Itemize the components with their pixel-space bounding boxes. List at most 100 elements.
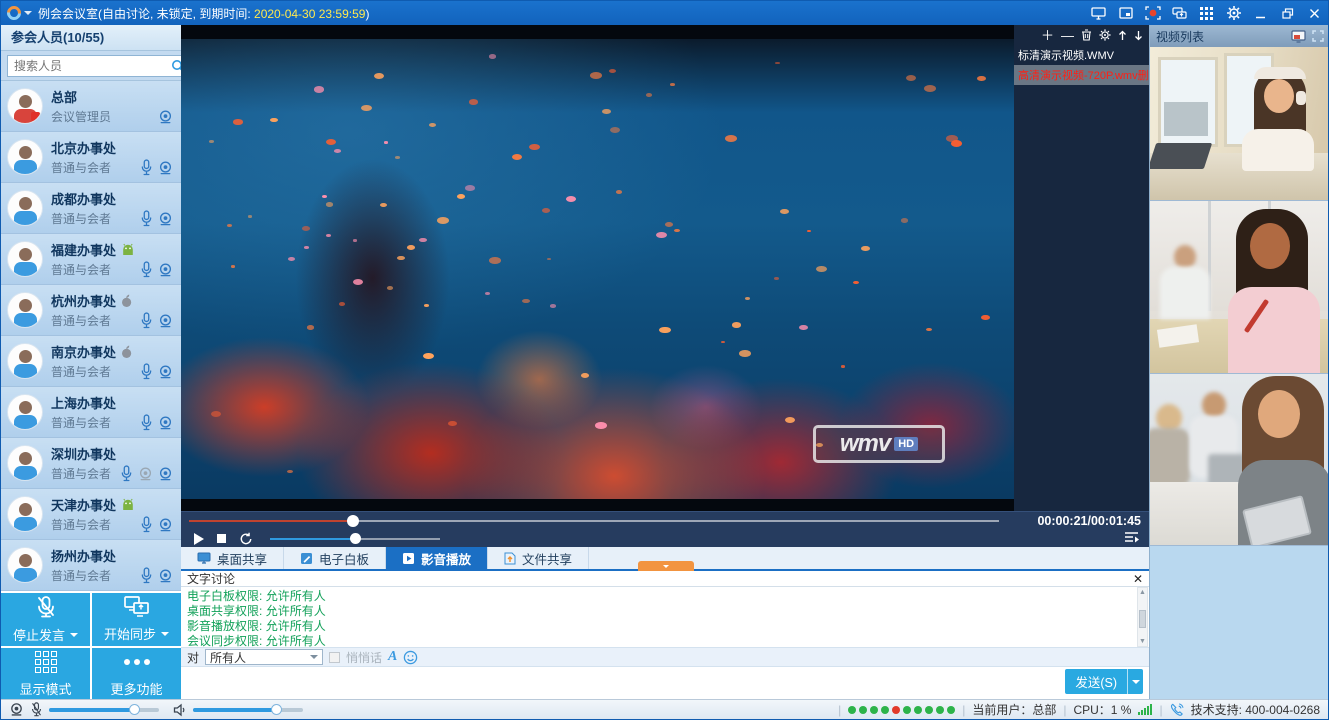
- play-button[interactable]: [194, 533, 204, 545]
- scrollbar-thumb[interactable]: [1139, 610, 1146, 628]
- chat-scrollbar[interactable]: ▲ ▼: [1137, 587, 1148, 647]
- stop-button[interactable]: [217, 534, 226, 543]
- camera-icon[interactable]: [158, 313, 173, 329]
- emoji-icon[interactable]: [403, 650, 418, 665]
- scroll-up-icon[interactable]: ▲: [1138, 588, 1147, 597]
- fish-dot: [816, 266, 827, 273]
- volume-handle[interactable]: [350, 533, 361, 544]
- screen-share-icon[interactable]: [1166, 1, 1193, 25]
- tab-whiteboard[interactable]: 电子白板: [284, 547, 386, 569]
- microphone-icon[interactable]: [140, 363, 153, 380]
- microphone-icon[interactable]: [140, 414, 153, 431]
- camera-icon[interactable]: [158, 211, 173, 227]
- float-window-icon[interactable]: [1112, 1, 1139, 25]
- participant-row[interactable]: 深圳办事处 普通与会者: [1, 438, 181, 489]
- close-button[interactable]: [1301, 1, 1328, 25]
- participant-row[interactable]: 杭州办事处 普通与会者: [1, 285, 181, 336]
- display-mode-icon[interactable]: [1193, 1, 1220, 25]
- expand-icon[interactable]: [1312, 30, 1324, 42]
- playlist-item-active[interactable]: 高清演示视频-720P.wmv 删除: [1014, 65, 1149, 85]
- volume-slider[interactable]: [270, 538, 440, 540]
- record-icon[interactable]: [1139, 1, 1166, 25]
- recipient-select[interactable]: 所有人: [205, 649, 323, 665]
- microphone-icon[interactable]: [140, 261, 153, 278]
- camera-icon[interactable]: [158, 109, 173, 125]
- camera-icon[interactable]: [158, 568, 173, 584]
- replay-loop-button[interactable]: [239, 532, 253, 546]
- camera-icon[interactable]: [158, 466, 173, 482]
- chevron-down-icon[interactable]: [24, 11, 32, 19]
- send-button[interactable]: 发送(S): [1065, 669, 1143, 694]
- microphone-icon[interactable]: [140, 159, 153, 176]
- participant-row[interactable]: 成都办事处 普通与会者: [1, 183, 181, 234]
- tab-file-share[interactable]: 文件共享: [488, 547, 589, 569]
- chat-drawer-handle[interactable]: [638, 561, 694, 571]
- fish-dot: [448, 421, 457, 426]
- settings-gear-icon[interactable]: [1220, 1, 1247, 25]
- tab-desktop-share[interactable]: 桌面共享: [181, 547, 284, 569]
- admin-badge-icon: [31, 112, 40, 121]
- font-icon[interactable]: A: [388, 649, 397, 665]
- avatar-head: [19, 350, 32, 363]
- fish-dot: [469, 99, 478, 104]
- send-options-caret[interactable]: [1127, 669, 1143, 694]
- webcam-video-1[interactable]: [1150, 47, 1329, 201]
- more-functions-button[interactable]: 更多功能: [92, 648, 181, 701]
- playlist-settings-icon[interactable]: [1099, 29, 1111, 41]
- camera-disabled-icon[interactable]: [138, 466, 153, 482]
- mic-muted-icon[interactable]: [30, 702, 43, 717]
- whisper-checkbox[interactable]: [329, 652, 340, 663]
- camera-icon[interactable]: [158, 262, 173, 278]
- move-up-icon[interactable]: [1118, 30, 1127, 41]
- participant-sub-line: 普通与会者: [51, 159, 175, 176]
- participant-row[interactable]: 天津办事处 普通与会者: [1, 489, 181, 540]
- participant-row[interactable]: 南京办事处 普通与会者: [1, 336, 181, 387]
- playlist-toggle-icon[interactable]: [1124, 531, 1139, 544]
- playlist-delete-link[interactable]: 删除: [1138, 67, 1149, 83]
- camera-icon[interactable]: [158, 160, 173, 176]
- fish-dot: [616, 190, 623, 194]
- scroll-down-icon[interactable]: ▼: [1138, 637, 1147, 646]
- remove-icon[interactable]: —: [1061, 29, 1074, 42]
- display-icon[interactable]: [1085, 1, 1112, 25]
- search-input[interactable]: [12, 58, 171, 74]
- microphone-icon[interactable]: [140, 312, 153, 329]
- move-down-icon[interactable]: [1134, 30, 1143, 41]
- maximize-button[interactable]: [1274, 1, 1301, 25]
- webcam-video-3[interactable]: [1150, 374, 1329, 546]
- webcam-video-2[interactable]: [1150, 201, 1329, 374]
- video-frame[interactable]: wmv HD: [181, 25, 1014, 511]
- chat-close-icon[interactable]: ✕: [1133, 573, 1143, 585]
- participant-row[interactable]: 总部 会议管理员: [1, 81, 181, 132]
- microphone-icon[interactable]: [140, 567, 153, 584]
- participant-row[interactable]: 福建办事处 普通与会者: [1, 234, 181, 285]
- microphone-icon[interactable]: [140, 210, 153, 227]
- search-box[interactable]: [7, 55, 190, 77]
- seek-bar[interactable]: [189, 520, 999, 522]
- display-mode-button[interactable]: 显示模式: [1, 648, 90, 701]
- tab-media-playback[interactable]: 影音播放: [386, 547, 488, 569]
- minimize-button[interactable]: [1247, 1, 1274, 25]
- webcam-status-icon[interactable]: [9, 702, 24, 717]
- speaker-volume-slider[interactable]: [193, 708, 303, 712]
- slider-knob[interactable]: [129, 704, 140, 715]
- participant-row[interactable]: 上海办事处 普通与会者: [1, 387, 181, 438]
- playlist-item[interactable]: 标清演示视频.WMV: [1014, 45, 1149, 65]
- camera-icon[interactable]: [158, 415, 173, 431]
- microphone-icon[interactable]: [140, 516, 153, 533]
- speaker-icon[interactable]: [173, 703, 187, 717]
- slider-knob[interactable]: [271, 704, 282, 715]
- start-sync-button[interactable]: 开始同步: [92, 593, 181, 646]
- mic-volume-slider[interactable]: [49, 708, 159, 712]
- stop-speaking-button[interactable]: 停止发言: [1, 593, 90, 646]
- chat-input-area[interactable]: 发送(S): [181, 667, 1149, 697]
- camera-icon[interactable]: [158, 517, 173, 533]
- microphone-icon[interactable]: [120, 465, 133, 482]
- broadcast-monitor-icon[interactable]: [1291, 30, 1306, 43]
- delete-trash-icon[interactable]: [1081, 29, 1092, 41]
- camera-icon[interactable]: [158, 364, 173, 380]
- seek-handle[interactable]: [347, 515, 359, 527]
- add-icon[interactable]: ＋: [1041, 29, 1054, 42]
- participant-row[interactable]: 北京办事处 普通与会者: [1, 132, 181, 183]
- participant-row[interactable]: 扬州办事处 普通与会者: [1, 540, 181, 591]
